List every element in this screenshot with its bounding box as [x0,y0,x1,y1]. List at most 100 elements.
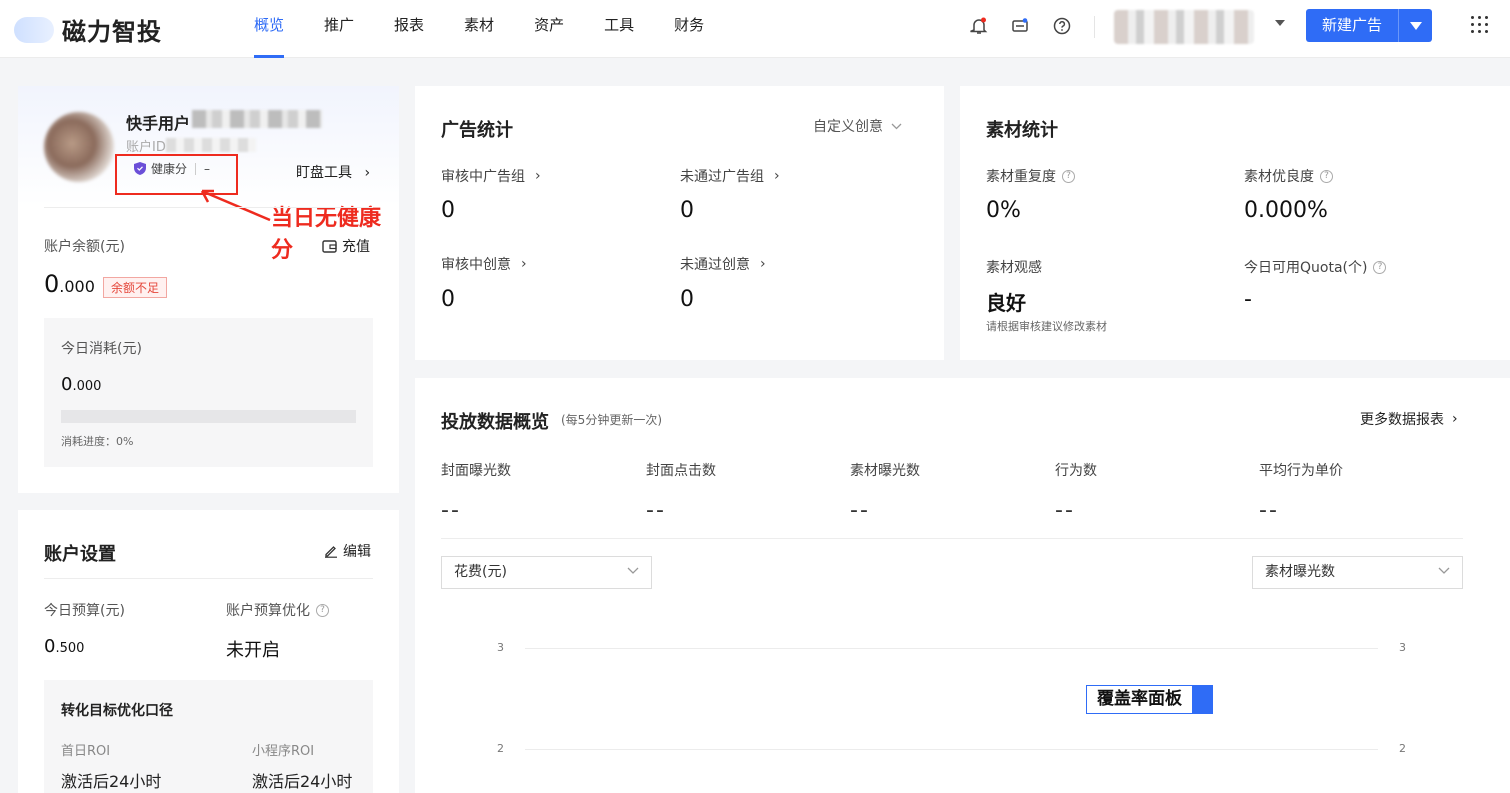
material-duplication-label: 素材重复度? [986,166,1075,186]
material-appearance-label: 素材观感 [986,260,1042,276]
annotation-arrow-icon [200,189,271,222]
overview-update-note: (每5分钟更新一次) [561,413,662,427]
new-ad-split-button: 新建广告 [1306,9,1432,42]
recharge-button[interactable]: 充值 [322,236,370,256]
settings-title: 账户设置 [44,544,116,565]
mini-program-roi-value: 激活后24小时 [252,772,353,791]
account-card: 快手用户 账户ID 健康分 – 盯盘工具 › 当日无健康分 账户余额(元) 充值… [18,86,399,493]
recharge-label: 充值 [342,239,370,255]
spend-progress-text: 消耗进度：0% [61,435,134,448]
message-icon[interactable] [1009,15,1031,37]
balance-label: 账户余额(元) [44,239,125,255]
creative-type-dropdown[interactable]: 自定义创意 [813,116,902,136]
chevron-right-icon: › [535,168,541,184]
chevron-down-icon [627,567,639,574]
overview-title: 投放数据概览 [441,412,549,433]
coverage-panel-label: 覆盖率面板 [1097,689,1182,709]
settings-divider [44,578,373,579]
edit-settings-button[interactable]: 编辑 [324,541,371,561]
main-nav: 概览 推广 报表 素材 资产 工具 财务 [240,0,730,58]
material-statistics-card: 素材统计 素材重复度? 0% 素材优良度? 0.000% 素材观感 良好 请根据… [960,86,1510,360]
daily-quota-label: 今日可用Quota(个)? [1244,257,1387,277]
reviewing-ad-groups-link[interactable]: 审核中广告组 › [441,166,541,186]
ad-stats-title: 广告统计 [441,120,513,141]
apps-grid-icon[interactable] [1471,16,1489,34]
monitor-tool-label: 盯盘工具 [296,165,352,181]
account-name-blurred [192,110,322,128]
material-duplication-value: 0% [986,198,1021,223]
question-icon[interactable]: ? [316,603,329,617]
delivery-data-overview-card: 投放数据概览 (每5分钟更新一次) 更多数据报表 › 封面曝光数 -- 封面点击数 -… [415,378,1510,793]
card-divider [44,207,373,208]
question-icon[interactable]: ? [1373,260,1387,274]
y-left-tick: 3 [497,641,504,654]
chevron-right-icon: › [774,168,780,184]
new-ad-button[interactable]: 新建广告 [1306,9,1398,42]
nav-item-assets[interactable]: 资产 [520,0,578,58]
metric-avg-action-cost[interactable]: 平均行为单价 -- [1259,460,1343,523]
question-icon[interactable]: ? [1062,169,1075,183]
conversion-target-panel: 转化目标优化口径 首日ROI 小程序ROI 激活后24小时 激活后24小时 [44,680,373,793]
reviewing-ad-groups-value: 0 [441,198,455,223]
first-day-roi-label: 首日ROI [61,744,111,759]
account-id-blurred [166,138,256,152]
today-spend-label: 今日消耗(元) [61,341,142,357]
chevron-right-icon: › [1452,411,1458,427]
chevron-down-icon [891,123,902,129]
y-right-tick: 3 [1399,641,1406,654]
rejected-ad-groups-value: 0 [680,198,694,223]
monitor-tool-link[interactable]: 盯盘工具 › [296,162,370,182]
rejected-creatives-link[interactable]: 未通过创意 › [680,254,766,274]
budget-optimization-label: 账户预算优化? [226,600,329,620]
nav-item-materials[interactable]: 素材 [450,0,508,58]
nav-item-tools[interactable]: 工具 [590,0,648,58]
chevron-right-icon: › [521,256,527,272]
coverage-panel-tooltip[interactable]: 覆盖率面板 [1086,685,1213,714]
chevron-right-icon: › [760,256,766,272]
balance-value: 0.000 [44,270,95,298]
wallet-icon [322,239,337,253]
nav-item-promotion[interactable]: 推广 [310,0,368,58]
right-axis-metric-select[interactable]: 素材曝光数 [1252,556,1463,589]
chevron-down-icon [1438,567,1450,574]
rejected-creatives-value: 0 [680,287,694,312]
budget-value: 0.500 [44,636,85,657]
help-icon[interactable] [1051,15,1073,37]
mini-program-roi-label: 小程序ROI [252,744,315,759]
metric-cover-clicks[interactable]: 封面点击数 -- [646,460,716,523]
tooltip-accent [1192,686,1212,713]
brand-logo[interactable]: 磁力智投 [14,12,162,47]
y-right-tick: 2 [1399,742,1406,755]
y-left-tick: 2 [497,742,504,755]
nav-item-overview[interactable]: 概览 [240,0,298,58]
metric-actions[interactable]: 行为数 -- [1055,460,1097,523]
first-day-roi-value: 激活后24小时 [61,772,162,791]
user-avatar[interactable] [1114,10,1254,44]
nav-item-finance[interactable]: 财务 [660,0,718,58]
more-reports-link[interactable]: 更多数据报表 › [1360,409,1458,429]
topbar-divider [1094,16,1095,38]
chart-gridline [525,648,1378,649]
chart-gridline [525,749,1378,750]
edit-label: 编辑 [343,544,371,560]
metric-cover-impressions[interactable]: 封面曝光数 -- [441,460,511,523]
question-icon[interactable]: ? [1320,169,1333,183]
bell-icon[interactable] [968,15,990,37]
material-quality-label: 素材优良度? [1244,166,1333,186]
reviewing-creatives-value: 0 [441,287,455,312]
top-nav-bar: 磁力智投 概览 推广 报表 素材 资产 工具 财务 新建广告 [0,0,1510,58]
new-ad-dropdown-button[interactable] [1398,9,1432,42]
material-advice-text: 请根据审核建议修改素材 [986,320,1107,333]
user-menu-caret-icon[interactable] [1275,20,1285,26]
conversion-target-title: 转化目标优化口径 [61,703,173,719]
rejected-ad-groups-link[interactable]: 未通过广告组 › [680,166,780,186]
logo-mark-icon [14,16,54,43]
insufficient-balance-badge: 余额不足 [103,277,168,298]
material-stats-title: 素材统计 [986,120,1058,141]
reviewing-creatives-link[interactable]: 审核中创意 › [441,254,527,274]
nav-item-reports[interactable]: 报表 [380,0,438,58]
today-spend-value: 0.000 [61,374,102,395]
left-axis-metric-select[interactable]: 花费(元) [441,556,652,589]
metric-material-impressions[interactable]: 素材曝光数 -- [850,460,920,523]
material-quality-value: 0.000% [1244,198,1328,223]
